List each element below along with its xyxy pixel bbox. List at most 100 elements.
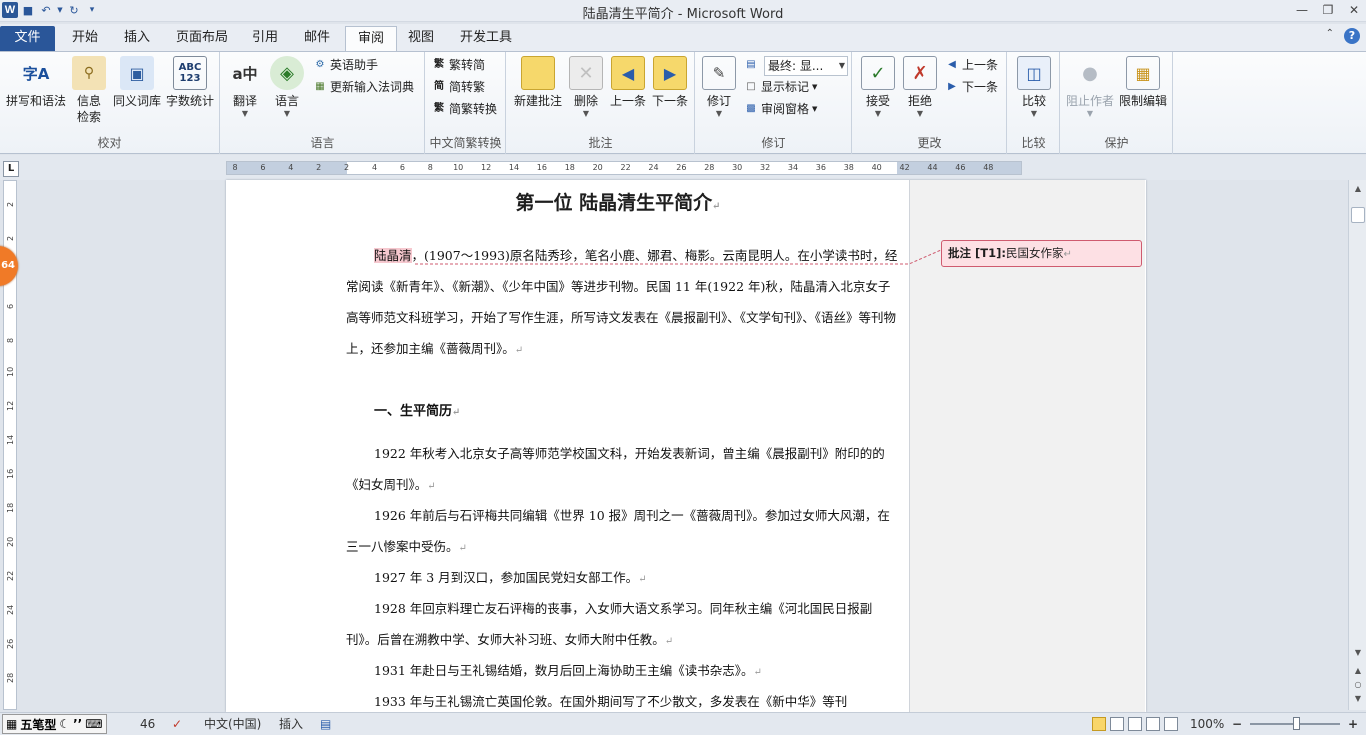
spelling-grammar-button[interactable]: 字A 拼写和语法 [4, 56, 68, 109]
proofing-status-icon[interactable]: ✓ [172, 716, 182, 733]
ime-name[interactable]: 五笔型 [19, 716, 57, 733]
traditional-to-simplified-button[interactable]: 繁 繁转简 [432, 55, 485, 75]
simplified-to-traditional-button[interactable]: 简 简转繁 [432, 77, 485, 97]
zoom-in-icon[interactable]: + [1348, 716, 1358, 733]
paragraph-mark-icon: ↵ [664, 636, 674, 647]
view-ruler-toggle[interactable] [1348, 160, 1366, 180]
new-comment-button[interactable]: 新建批注 [511, 56, 565, 109]
next-comment-icon: ▶ [653, 56, 687, 90]
language-button[interactable]: ◈ 语言 ▼ [269, 56, 305, 119]
collapse-ribbon-icon[interactable]: ⌃ [1326, 28, 1334, 44]
zoom-slider-thumb[interactable] [1293, 717, 1300, 730]
previous-comment-icon: ◀ [611, 56, 645, 90]
document-title: 第一位 陆晶清生平简介↵ [515, 192, 721, 214]
block-authors-button[interactable]: ● 阻止作者 ▼ [1065, 56, 1115, 119]
reviewing-pane-button[interactable]: ▩ 审阅窗格 ▼ [744, 99, 817, 119]
compare-button[interactable]: ◫ 比较 ▼ [1016, 56, 1052, 119]
scroll-up-icon[interactable]: ▲ [1351, 182, 1365, 196]
comment-label: 批注 [T1]: [948, 246, 1006, 260]
ime-toolbar[interactable]: ▦ 五笔型 ☾ ’’ ⌨ [2, 714, 107, 734]
dropdown-arrow-icon: ▼ [812, 83, 818, 91]
language-status[interactable]: 中文(中国) [204, 716, 261, 733]
zoom-out-icon[interactable]: − [1232, 716, 1242, 733]
english-assistant-button[interactable]: ⚙ 英语助手 [313, 55, 379, 75]
ruler-tick-label: 20 [6, 536, 15, 547]
browse-object-icon[interactable]: ○ [1351, 678, 1365, 692]
list-item: 1926 年前后与石评梅共同编辑《世界 10 报》周刊之一《蔷薇周刊》。参加过女… [346, 508, 890, 554]
ruler-tick-label: 18 [564, 163, 575, 172]
translate-button[interactable]: a中 翻译 ▼ [227, 56, 263, 119]
dropdown-arrow-icon: ▼ [241, 109, 249, 118]
scroll-thumb[interactable] [1351, 207, 1365, 223]
previous-comment-button[interactable]: ◀ 上一条 [609, 56, 647, 109]
globe-icon: ◈ [270, 56, 304, 90]
ruler-tick-label: 2 [6, 201, 15, 207]
ruler-tick-label: 12 [6, 400, 15, 411]
dropdown-arrow-icon: ▼ [715, 109, 723, 118]
ruler-tick-label: 22 [620, 163, 631, 172]
print-layout-view-icon[interactable] [1092, 717, 1106, 731]
next-comment-button[interactable]: ▶ 下一条 [651, 56, 689, 109]
dropdown-arrow-icon: ▼ [916, 109, 924, 118]
commented-text[interactable]: 陆晶清 [374, 248, 412, 263]
horizontal-ruler[interactable]: 8 6 4 2 2 4 6 8 10 12 14 16 18 20 22 24 26 28 30 32 34 36 38 40… [226, 161, 1022, 175]
outline-view-icon[interactable] [1146, 717, 1160, 731]
conversion-icon: 繁 [434, 103, 444, 114]
dropdown-arrow-icon: ▼ [1030, 109, 1038, 118]
tab-review[interactable]: 审阅 [345, 26, 398, 51]
tab-developer[interactable]: 开发工具 [448, 26, 524, 51]
insert-mode[interactable]: 插入 [279, 716, 303, 733]
previous-change-button[interactable]: ◀ 上一条 [945, 55, 998, 75]
page-count[interactable]: 46 [140, 716, 155, 733]
reject-button[interactable]: ✗ 拒绝 ▼ [903, 56, 937, 119]
tab-insert[interactable]: 插入 [112, 26, 162, 51]
thesaurus-button[interactable]: ▣ 同义词库 [112, 56, 162, 109]
close-icon[interactable]: ✕ [1346, 2, 1362, 18]
previous-page-icon[interactable]: ▲ [1351, 664, 1365, 678]
full-screen-reading-icon[interactable] [1110, 717, 1124, 731]
delete-comment-button[interactable]: ✕ 删除 ▼ [569, 56, 603, 119]
punctuation-icon[interactable]: ’’ [72, 717, 83, 731]
tab-page-layout[interactable]: 页面布局 [164, 26, 240, 51]
zoom-level[interactable]: 100% [1190, 716, 1224, 733]
show-markup-button[interactable]: □ 显示标记 ▼ [744, 77, 817, 97]
ribbon: 字A 拼写和语法 ⚲ 信息 检索 ▣ 同义词库 ABC 123 字数统计 校对 a… [0, 51, 1366, 154]
draft-view-icon[interactable] [1164, 717, 1178, 731]
help-icon[interactable]: ? [1344, 28, 1360, 44]
ruler-tick-label: 28 [704, 163, 715, 172]
display-for-review-icon-button[interactable]: ▤ [744, 55, 758, 75]
chinese-conversion-button[interactable]: 繁 简繁转换 [432, 99, 497, 119]
minimize-icon[interactable]: — [1294, 2, 1310, 18]
restore-icon[interactable]: ❐ [1320, 2, 1336, 18]
ime-logo-icon[interactable]: ▦ [5, 717, 18, 731]
update-ime-dictionary-button[interactable]: ▦ 更新输入法词典 [313, 77, 414, 97]
lock-icon: ▦ [1126, 56, 1160, 90]
track-changes-button[interactable]: ✎ 修订 ▼ [702, 56, 736, 119]
next-change-button[interactable]: ▶ 下一条 [945, 77, 998, 97]
title-bar: W ■ ↶ ▼ ↻ ▾ 陆晶清生平简介 - Microsoft Word — ❐… [0, 0, 1366, 22]
display-review-icon: ▤ [746, 59, 756, 70]
web-layout-icon[interactable] [1128, 717, 1142, 731]
display-for-review-dropdown[interactable]: 最终: 显... ▼ [764, 56, 848, 76]
moon-icon[interactable]: ☾ [58, 717, 71, 731]
dropdown-arrow-icon: ▼ [283, 109, 291, 118]
keyboard-icon[interactable]: ⌨ [84, 717, 103, 731]
list-item: 1928 年回京料理亡友石评梅的丧事，入女师大语文系学习。同年秋主编《河北国民日… [346, 601, 873, 647]
research-button[interactable]: ⚲ 信息 检索 [72, 56, 106, 125]
tab-home[interactable]: 开始 [60, 26, 110, 51]
tab-view[interactable]: 视图 [396, 26, 446, 51]
next-page-icon[interactable]: ▼ [1351, 692, 1365, 706]
paragraph-mark-icon: ↵ [712, 201, 721, 212]
tab-selector-icon[interactable]: L [3, 161, 19, 177]
tab-mailings[interactable]: 邮件 [292, 26, 342, 51]
word-count-button[interactable]: ABC 123 字数统计 [165, 56, 215, 109]
restrict-editing-button[interactable]: ▦ 限制编辑 [1117, 56, 1169, 109]
vertical-scrollbar[interactable]: ▲ ▼ ▲ ○ ▼ [1348, 180, 1366, 710]
comment-balloon[interactable]: 批注 [T1]:民国女作家↵ [941, 240, 1142, 267]
macro-record-icon[interactable]: ▤ [320, 716, 331, 733]
accept-button[interactable]: ✓ 接受 ▼ [861, 56, 895, 119]
tab-file[interactable]: 文件 [0, 26, 55, 51]
ruler-tick-label: 16 [6, 468, 15, 479]
tab-references[interactable]: 引用 [240, 26, 290, 51]
scroll-down-icon[interactable]: ▼ [1351, 646, 1365, 660]
